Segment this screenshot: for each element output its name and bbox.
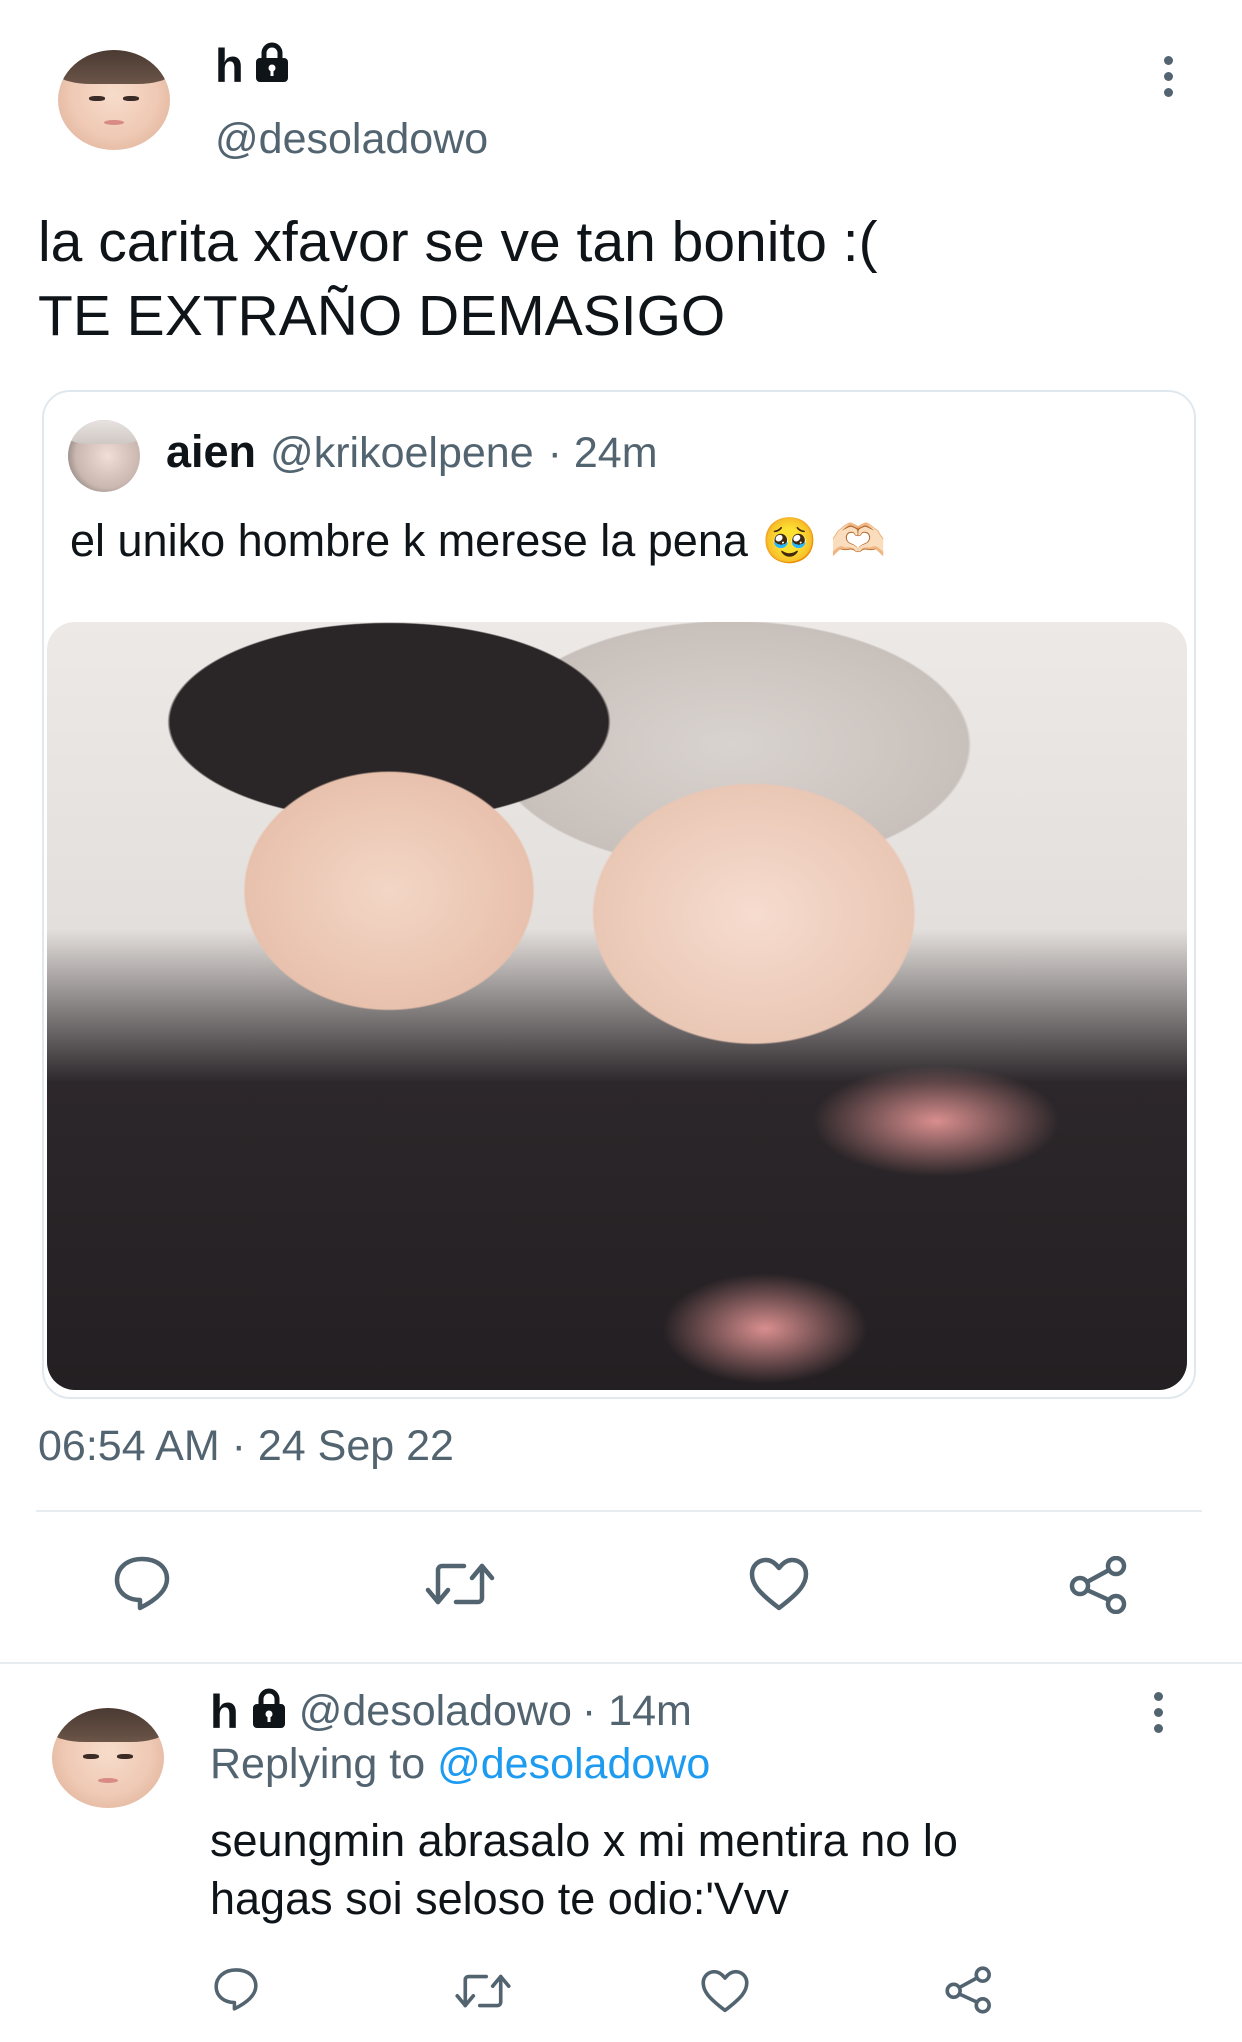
quoted-photo[interactable] [47, 622, 1187, 1390]
reply-display-name[interactable]: h [210, 1684, 239, 1739]
lock-icon [252, 41, 292, 90]
divider [0, 1662, 1242, 1664]
reply-retweet-button[interactable] [454, 1970, 512, 2012]
quoted-text-row: el uniko hombre k merese la pena 🥹 🫶🏻 [70, 514, 886, 567]
quoted-time: · 24m [547, 429, 658, 477]
reply-like-button[interactable] [700, 1968, 750, 2014]
reply-header: h @desoladowo · 14m [210, 1684, 692, 1739]
reply-reply-button[interactable] [212, 1966, 260, 2012]
reply-author-avatar[interactable] [52, 1708, 164, 1808]
lock-icon [249, 1687, 289, 1736]
quoted-emojis: 🥹 🫶🏻 [761, 515, 887, 566]
retweet-icon [425, 1563, 495, 1605]
more-options-icon[interactable] [1154, 1692, 1163, 1733]
quoted-display-name: aien [166, 426, 257, 477]
author-display-name: h [215, 39, 244, 92]
reply-handle[interactable]: @desoladowo [299, 1687, 572, 1736]
reply-time: · 14m [581, 1687, 692, 1735]
quoted-header: aien @krikoelpene · 24m [166, 426, 658, 478]
replying-to-link[interactable]: @desoladowo [437, 1740, 710, 1788]
author-avatar[interactable] [58, 50, 170, 150]
reply-share-button[interactable] [944, 1966, 994, 2014]
reply-button[interactable] [112, 1554, 172, 1612]
reply-icon [214, 1968, 258, 2011]
divider [36, 1510, 1202, 1512]
author-name-row[interactable]: h [215, 38, 292, 93]
share-icon [1069, 1556, 1127, 1614]
retweet-button[interactable] [424, 1558, 496, 1610]
tweet-text-line-2: TE EXTRAÑO DEMASIGO [38, 284, 726, 348]
more-options-icon[interactable] [1164, 56, 1173, 97]
tweet-text: la carita xfavor se ve tan bonito :( TE … [38, 205, 1198, 353]
reply-text: seungmin abrasalo x mi mentira no lo hag… [210, 1812, 958, 1928]
heart-icon [749, 1557, 809, 1611]
quoted-handle: @krikoelpene [270, 429, 534, 477]
reply-text-line-2: hagas soi seloso te odio:'Vvv [210, 1873, 789, 1924]
replying-to-row: Replying to @desoladowo [210, 1740, 710, 1789]
heart-icon [701, 1969, 749, 2013]
quoted-text: el uniko hombre k merese la pena [70, 514, 748, 566]
share-button[interactable] [1068, 1556, 1130, 1614]
quoted-tweet-card[interactable]: aien @krikoelpene · 24m el uniko hombre … [42, 390, 1196, 1399]
quoted-author-avatar [68, 420, 140, 492]
reply-icon [114, 1556, 170, 1611]
retweet-icon [455, 1974, 511, 2008]
tweet-timestamp[interactable]: 06:54 AM · 24 Sep 22 [38, 1422, 454, 1471]
share-icon [945, 1966, 991, 2014]
like-button[interactable] [748, 1556, 810, 1612]
reply-text-line-1: seungmin abrasalo x mi mentira no lo [210, 1815, 958, 1866]
tweet-text-line-1: la carita xfavor se ve tan bonito :( [38, 210, 878, 274]
replying-to-label: Replying to [210, 1740, 426, 1788]
author-handle[interactable]: @desoladowo [215, 115, 488, 164]
